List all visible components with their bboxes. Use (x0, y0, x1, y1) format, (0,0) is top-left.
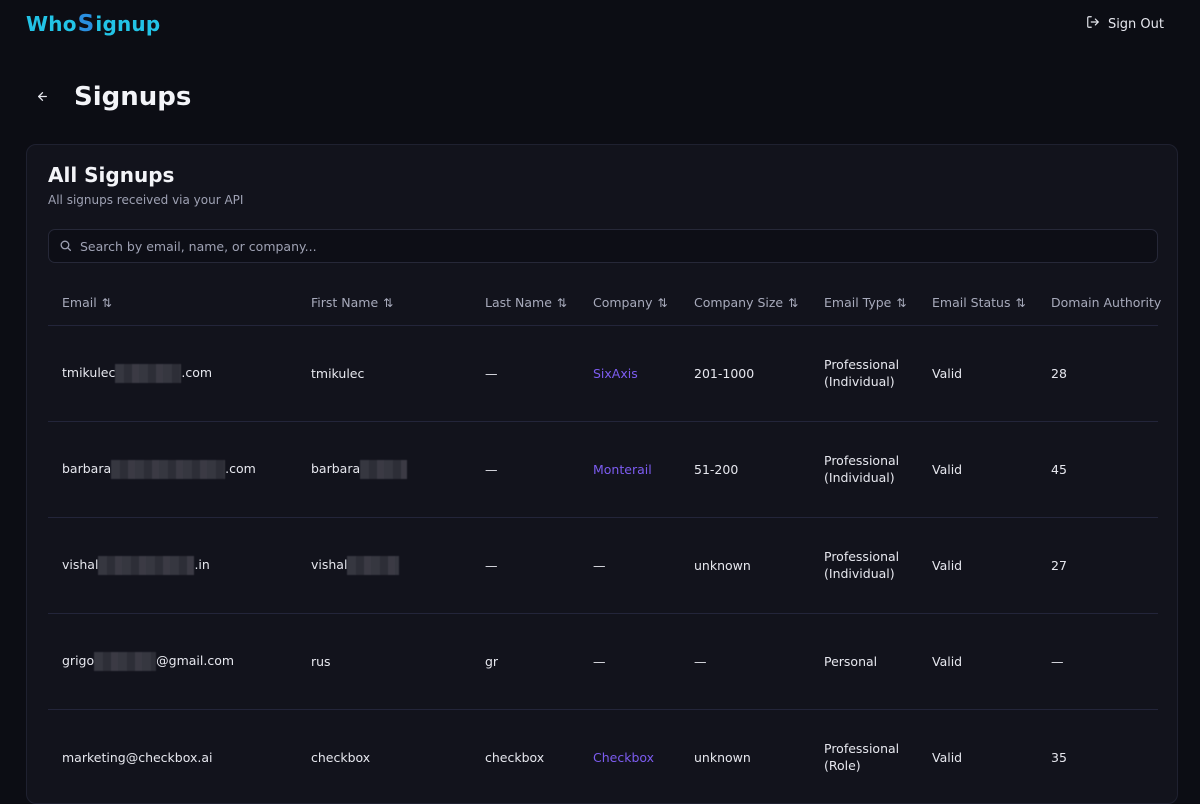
cell-first-name: tmikulec (297, 325, 471, 422)
table-row[interactable]: grigo @gmail.com rus gr — — Personal Vali… (48, 613, 1158, 710)
back-button[interactable] (36, 89, 52, 105)
cell-email: grigo @gmail.com (48, 613, 297, 710)
cell-email: tmikulec .com (48, 325, 297, 422)
cell-email-type: Professional (Individual) (810, 325, 918, 422)
cell-company: SixAxis (579, 325, 680, 422)
cell-email-type: Professional (Individual) (810, 421, 918, 518)
cell-last-name: — (471, 421, 579, 518)
logo-text-s: S (77, 11, 95, 37)
cell-last-name: — (471, 517, 579, 614)
redacted-block (111, 459, 226, 479)
whosignup-logo[interactable]: Who Signup (26, 11, 160, 37)
sort-icon[interactable]: ⇅ (383, 296, 393, 310)
redacted-block (347, 555, 400, 575)
cell-domain-authority: 35 (1037, 709, 1158, 803)
search-box[interactable] (48, 229, 1158, 263)
cell-domain-authority: — (1037, 613, 1158, 710)
cell-email: marketing@checkbox.ai (48, 709, 297, 803)
cell-company: Monterail (579, 421, 680, 518)
column-header-last-name[interactable]: Last Name ⇅ (471, 281, 579, 326)
sign-out-icon (1086, 15, 1100, 33)
table-row[interactable]: tmikulec .com tmikulec — SixAxis 201-1000… (48, 325, 1158, 422)
card-title: All Signups (48, 163, 175, 187)
column-header-domain-authority[interactable]: Domain Authority (1037, 281, 1161, 326)
cell-company: — (579, 517, 680, 614)
cell-domain-authority: 27 (1037, 517, 1158, 614)
column-header-company[interactable]: Company ⇅ (579, 281, 680, 326)
cell-email: barbara .com (48, 421, 297, 518)
sort-icon[interactable]: ⇅ (657, 296, 667, 310)
table-row[interactable]: barbara .com barbara — Monterail 51-200 P… (48, 421, 1158, 518)
logo-text-who: Who (26, 12, 77, 36)
sort-icon[interactable]: ⇅ (557, 296, 567, 310)
redacted-block (360, 459, 408, 479)
cell-company-size: unknown (680, 517, 810, 614)
cell-company-size: unknown (680, 709, 810, 803)
table-row[interactable]: marketing@checkbox.ai checkbox checkbox … (48, 709, 1158, 803)
sort-icon[interactable]: ⇅ (1016, 296, 1026, 310)
cell-email-type: Professional (Role) (810, 709, 918, 803)
redacted-block (94, 651, 157, 671)
sign-out-button[interactable]: Sign Out (1086, 15, 1164, 33)
cell-email: vishal .in (48, 517, 297, 614)
cell-email-status: Valid (918, 613, 1037, 710)
cell-domain-authority: 45 (1037, 421, 1158, 518)
card-subtitle: All signups received via your API (48, 193, 244, 207)
arrow-left-icon (36, 88, 49, 107)
cell-email-status: Valid (918, 421, 1037, 518)
sort-icon[interactable]: ⇅ (788, 296, 798, 310)
signups-card: All Signups All signups received via you… (26, 144, 1178, 804)
company-link[interactable]: SixAxis (593, 366, 638, 381)
cell-company: — (579, 613, 680, 710)
column-header-first-name[interactable]: First Name ⇅ (297, 281, 471, 326)
top-bar: Who Signup Sign Out (0, 0, 1200, 48)
cell-domain-authority: 28 (1037, 325, 1158, 422)
column-header-email-type[interactable]: Email Type ⇅ (810, 281, 918, 326)
cell-first-name: barbara (297, 421, 471, 518)
cell-email-status: Valid (918, 325, 1037, 422)
cell-company-size: — (680, 613, 810, 710)
cell-company: Checkbox (579, 709, 680, 803)
table-row[interactable]: vishal .in vishal — — unknown Professiona… (48, 517, 1158, 614)
search-icon (59, 237, 80, 256)
table-header-row: Email ⇅ First Name ⇅ Last Name ⇅ Company ⇅ C… (48, 281, 1161, 326)
cell-email-type: Professional (Individual) (810, 517, 918, 614)
column-header-email-status[interactable]: Email Status ⇅ (918, 281, 1037, 326)
redacted-block (115, 363, 182, 383)
cell-email-type: Personal (810, 613, 918, 710)
signups-table: Email ⇅ First Name ⇅ Last Name ⇅ Company ⇅ C… (48, 281, 1161, 803)
cell-first-name: vishal (297, 517, 471, 614)
column-header-company-size[interactable]: Company Size ⇅ (680, 281, 810, 326)
cell-first-name: checkbox (297, 709, 471, 803)
cell-last-name: — (471, 325, 579, 422)
redacted-block (98, 555, 195, 575)
cell-company-size: 51-200 (680, 421, 810, 518)
search-input[interactable] (80, 238, 1147, 254)
cell-email-status: Valid (918, 517, 1037, 614)
cell-last-name: checkbox (471, 709, 579, 803)
sort-icon[interactable]: ⇅ (102, 296, 112, 310)
cell-first-name: rus (297, 613, 471, 710)
logo-text-ignup: ignup (95, 12, 161, 36)
company-link[interactable]: Checkbox (593, 750, 654, 765)
company-link[interactable]: Monterail (593, 462, 652, 477)
cell-company-size: 201-1000 (680, 325, 810, 422)
column-header-email[interactable]: Email ⇅ (48, 281, 297, 326)
cell-email-status: Valid (918, 709, 1037, 803)
cell-last-name: gr (471, 613, 579, 710)
sort-icon[interactable]: ⇅ (896, 296, 906, 310)
page-header: Signups (36, 82, 191, 112)
page-title: Signups (74, 82, 192, 112)
sign-out-label: Sign Out (1107, 16, 1164, 32)
